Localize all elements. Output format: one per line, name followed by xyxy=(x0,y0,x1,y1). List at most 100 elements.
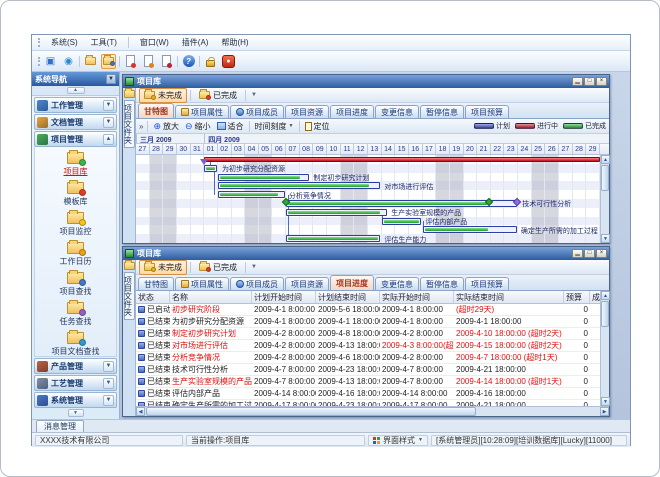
gantt-task-bar[interactable] xyxy=(218,182,380,189)
gantt-task-bar[interactable] xyxy=(286,200,517,207)
folder-open-icon[interactable] xyxy=(83,54,98,69)
gantt-vertical-scrollbar[interactable]: ▲ ▼ xyxy=(600,155,609,243)
section-project-management[interactable]: 项目管理▲ xyxy=(34,131,117,147)
scroll-thumb[interactable] xyxy=(146,407,476,416)
column-header-0[interactable]: 状态 xyxy=(136,291,170,303)
minimize-button[interactable]: ▁ xyxy=(572,249,583,258)
filter-complete-button[interactable]: 已完成 xyxy=(194,260,242,275)
folder-save-icon[interactable] xyxy=(101,54,116,69)
exit-icon[interactable]: ● xyxy=(221,54,236,69)
chevron-down-icon[interactable]: ▼ xyxy=(103,395,114,406)
section-system-management[interactable]: 系统管理▼ xyxy=(34,392,117,408)
column-header-6[interactable]: 预算 xyxy=(564,291,590,303)
scroll-up-icon[interactable]: ▲ xyxy=(601,155,610,164)
tab-pause-info[interactable]: 暂停信息 xyxy=(420,277,464,290)
tab-pause-info[interactable]: 暂停信息 xyxy=(420,105,464,118)
table-row[interactable]: 已结束技术可行性分析2009-4-7 8:00:002009-4-23 18:0… xyxy=(136,364,600,376)
tab-project-folder[interactable]: 项目文件夹 xyxy=(124,100,135,148)
column-header-5[interactable]: 实际结束时间 xyxy=(454,291,564,303)
chevron-down-icon[interactable]: ▼ xyxy=(103,361,114,372)
tab-project-members[interactable]: 项目成员 xyxy=(230,105,284,118)
scroll-down-icon[interactable]: ▼ xyxy=(601,397,610,406)
scroll-left-icon[interactable]: ◀ xyxy=(136,407,145,416)
table-row[interactable]: 已结束生产实验室规模的产品2009-4-7 8:00:002009-4-13 1… xyxy=(136,376,600,388)
gantt-task-bar[interactable] xyxy=(286,209,387,216)
item-project-library[interactable]: 项目库 xyxy=(35,149,116,179)
column-header-3[interactable]: 计划结束时间 xyxy=(316,291,380,303)
scroll-down-icon[interactable]: ▼ xyxy=(601,234,610,243)
close-button[interactable]: × xyxy=(596,77,607,86)
table-vertical-scrollbar[interactable]: ▲ ▼ xyxy=(600,291,609,406)
gantt-task-bar[interactable] xyxy=(218,191,285,198)
scroll-right-icon[interactable]: ▶ xyxy=(600,407,609,416)
tab-project-folder[interactable]: 项目文件夹 xyxy=(124,272,135,320)
menu-tools[interactable]: 工具(T) xyxy=(89,36,119,49)
pin-icon[interactable]: ▼ xyxy=(106,74,116,84)
scroll-thumb[interactable] xyxy=(601,301,609,327)
tab-project-resources[interactable]: 项目资源 xyxy=(285,277,329,290)
more-options-icon[interactable]: ▼ xyxy=(249,264,259,270)
tab-project-properties[interactable]: 项目属性 xyxy=(175,277,229,290)
table-horizontal-scrollbar[interactable]: ◀ ▶ xyxy=(136,406,609,416)
filter-incomplete-button[interactable]: 未完成 xyxy=(139,88,187,103)
table-row[interactable]: 已结束制定初步研究计划2009-4-2 8:00:002009-4-8 18:0… xyxy=(136,328,600,340)
web-icon[interactable]: ◉ xyxy=(61,54,76,69)
report-edit-icon[interactable] xyxy=(141,54,156,69)
scroll-thumb[interactable] xyxy=(601,165,609,191)
menu-window[interactable]: 窗口(W) xyxy=(138,36,171,49)
chevron-up-icon[interactable]: ▲ xyxy=(103,134,114,145)
sidebar-overflow-strip[interactable]: ▼ xyxy=(32,409,119,418)
gantt-task-bar[interactable] xyxy=(204,165,216,172)
tab-gantt[interactable]: 甘特图 xyxy=(138,103,174,118)
tab-project-budget[interactable]: 项目预算 xyxy=(465,105,509,118)
help-icon[interactable]: ? xyxy=(181,54,196,69)
table-row[interactable]: 已结束为初步研究分配资源2009-4-1 8:00:002009-4-1 18:… xyxy=(136,316,600,328)
gantt-task-bar[interactable] xyxy=(218,174,309,181)
chevron-down-icon[interactable]: ▼ xyxy=(103,100,114,111)
report-new-icon[interactable] xyxy=(123,54,138,69)
minimize-button[interactable]: ▁ xyxy=(572,77,583,86)
column-header-1[interactable]: 名称 xyxy=(170,291,252,303)
table-row[interactable]: 已结束对市场进行评估2009-4-2 8:00:002009-4-13 18:0… xyxy=(136,340,600,352)
tab-project-members[interactable]: 项目成员 xyxy=(230,277,284,290)
window-titlebar[interactable]: 项目库 ▁□× xyxy=(123,75,609,88)
section-document-management[interactable]: 文档管理▼ xyxy=(34,114,117,130)
item-template-library[interactable]: 模板库 xyxy=(35,179,116,209)
time-scale-dropdown[interactable]: 时间刻度▼ xyxy=(254,121,295,132)
tab-message-management[interactable]: 消息管理 xyxy=(36,420,84,432)
scroll-up-icon[interactable]: ▲ xyxy=(601,291,610,300)
item-project-doc-search[interactable]: 项目文档查找 xyxy=(35,329,116,357)
section-process-management[interactable]: 工艺管理▼ xyxy=(34,375,117,391)
close-button[interactable]: × xyxy=(596,249,607,258)
table-row[interactable]: 已结束分析竞争情况2009-4-2 8:00:002009-4-6 18:00:… xyxy=(136,352,600,364)
fit-button[interactable]: 适合 xyxy=(216,121,245,132)
tab-project-progress[interactable]: 项目进度 xyxy=(330,275,374,290)
maximize-button[interactable]: □ xyxy=(584,77,595,86)
maximize-button[interactable]: □ xyxy=(584,249,595,258)
zoom-in-button[interactable]: ⊕放大 xyxy=(152,121,180,132)
tab-gantt[interactable]: 甘特图 xyxy=(138,277,174,290)
window-titlebar[interactable]: 项目库 ▁□× xyxy=(123,247,609,260)
item-project-search[interactable]: 项目查找 xyxy=(35,269,116,299)
tab-change-info[interactable]: 变更信息 xyxy=(375,277,419,290)
locate-button[interactable]: 定位 xyxy=(304,121,331,132)
section-work-management[interactable]: 工作管理▼ xyxy=(34,97,117,113)
column-header-2[interactable]: 计划开始时间 xyxy=(252,291,316,303)
item-task-search[interactable]: 任务查找 xyxy=(35,299,116,329)
nav-collapse-strip[interactable]: ▲ xyxy=(32,86,119,96)
lock-icon[interactable] xyxy=(203,54,218,69)
table-row[interactable]: 已启动初步研究阶段2009-4-1 8:00:002009-5-6 18:00:… xyxy=(136,304,600,316)
tab-project-budget[interactable]: 项目预算 xyxy=(465,277,509,290)
item-project-monitor[interactable]: 项目监控 xyxy=(35,209,116,239)
overflow-chevron-icon[interactable]: » xyxy=(139,122,143,131)
tab-project-resources[interactable]: 项目资源 xyxy=(285,105,329,118)
ui-style-dropdown[interactable]: 界面样式 ▼ xyxy=(368,435,428,446)
tab-project-properties[interactable]: 项目属性 xyxy=(175,105,229,118)
tab-change-info[interactable]: 变更信息 xyxy=(375,105,419,118)
zoom-out-button[interactable]: ⊖缩小 xyxy=(184,121,212,132)
gantt-task-bar[interactable] xyxy=(286,235,380,242)
report-view-icon[interactable] xyxy=(159,54,174,69)
menu-plugins[interactable]: 插件(A) xyxy=(180,36,211,49)
column-header-4[interactable]: 实际开始时间 xyxy=(380,291,454,303)
menu-help[interactable]: 帮助(H) xyxy=(219,36,250,49)
